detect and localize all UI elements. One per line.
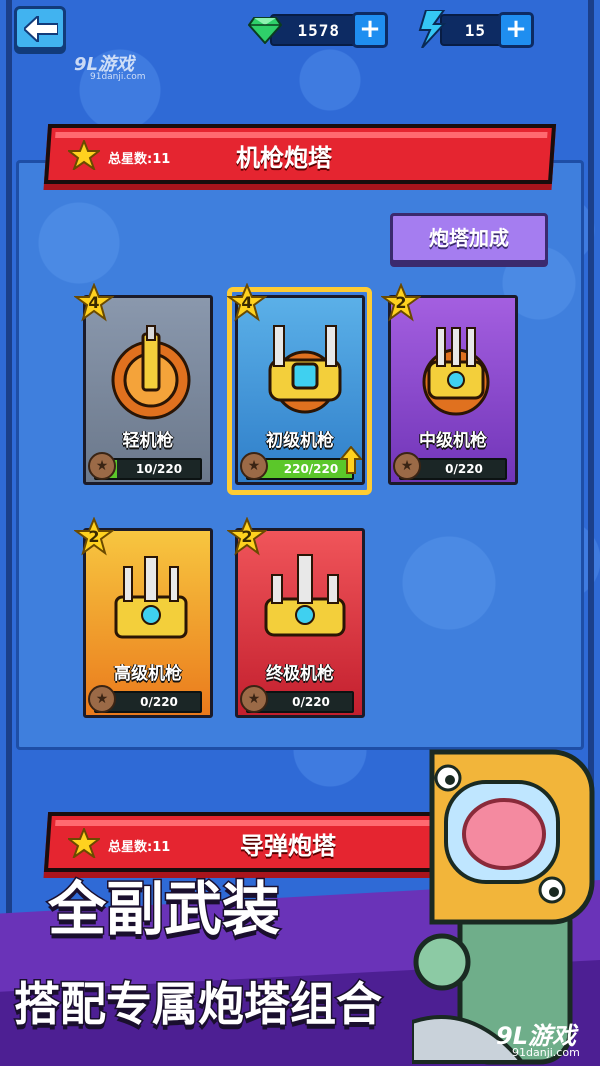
card-star-count: 2 <box>241 527 253 546</box>
progress-text: 10/220 <box>135 462 183 476</box>
card-star-badge: 2 <box>379 282 423 323</box>
rank-medal-icon: ★ <box>240 452 268 480</box>
promo-subheadline: 搭配专属炮塔组合 <box>13 976 384 1033</box>
card-star-badge: 2 <box>72 516 116 557</box>
rank-medal-icon: ★ <box>393 452 421 480</box>
star-icon <box>68 828 100 858</box>
watermark-site-bottom: 91danji.com <box>512 1046 580 1059</box>
turret-icon <box>114 556 188 639</box>
card-star-badge: 2 <box>225 516 269 557</box>
card-star-count: 4 <box>88 293 100 312</box>
upgrade-arrow-icon[interactable] <box>340 446 362 474</box>
turret-name: 轻机枪 <box>122 431 174 451</box>
card-star-count: 4 <box>241 293 253 312</box>
lightning-icon <box>418 10 447 48</box>
add-energy-button[interactable]: + <box>498 12 534 48</box>
rank-medal-icon: ★ <box>88 685 116 713</box>
back-arrow-icon <box>24 16 58 42</box>
turret-icon <box>422 327 490 416</box>
back-button[interactable] <box>14 6 66 50</box>
total-stars-label: 总星数:11 <box>108 152 171 167</box>
rank-medal-icon: ★ <box>88 452 116 480</box>
gem-count: 1578 <box>297 21 340 40</box>
progress-text: 0/220 <box>292 695 330 709</box>
watermark-site-top: 91danji.com <box>90 72 146 82</box>
promo-headline: 全副武装 <box>46 874 281 945</box>
star-icon <box>68 140 100 170</box>
turret-icon <box>268 325 342 414</box>
card-star-badge: 4 <box>225 282 269 323</box>
progress-text: 0/220 <box>445 462 483 476</box>
turret-name: 终极机枪 <box>266 664 334 684</box>
section-title: 机枪炮塔 <box>236 144 332 172</box>
gem-counter: 1578 + <box>248 12 388 48</box>
turret-name: 中级机枪 <box>419 431 487 451</box>
energy-count: 15 <box>464 21 486 40</box>
progress-text: 0/220 <box>140 695 178 709</box>
add-gems-button[interactable]: + <box>352 12 388 48</box>
section-title-missile: 导弹炮塔 <box>240 832 336 860</box>
total-stars-label-missile: 总星数:11 <box>108 840 171 855</box>
turret-name: 高级机枪 <box>114 664 182 684</box>
card-star-count: 2 <box>88 527 100 546</box>
card-star-count: 2 <box>395 293 407 312</box>
turret-icon <box>111 325 191 420</box>
rank-medal-icon: ★ <box>240 685 268 713</box>
turret-card-mid-mg[interactable]: 中级机枪 0/220 ★ <box>388 295 518 485</box>
energy-counter: 15 + <box>418 10 534 48</box>
turret-boost-button[interactable]: 炮塔加成 <box>390 213 548 263</box>
card-star-badge: 4 <box>72 282 116 323</box>
turret-icon <box>264 554 346 637</box>
gem-icon <box>248 17 282 44</box>
turret-card-light-mg[interactable]: 轻机枪 10/220 ★ <box>83 295 213 485</box>
